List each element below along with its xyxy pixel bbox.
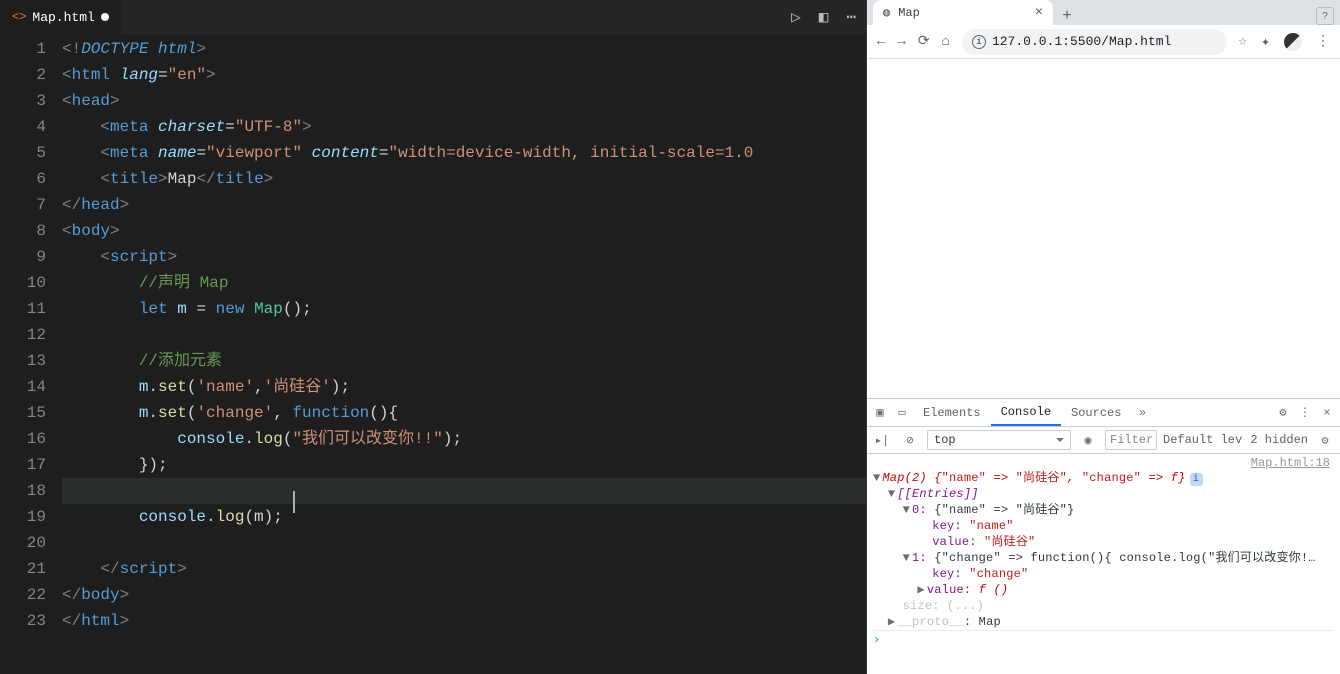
devtools-panel: ▣ ▭ Elements Console Sources » ⚙ ⋮ × ▸| … xyxy=(867,398,1340,674)
browser-tabstrip: ◍ Map × + ? xyxy=(867,0,1340,25)
page-content xyxy=(867,59,1340,398)
browser-tab-map[interactable]: ◍ Map × xyxy=(873,0,1053,25)
close-tab-icon[interactable]: × xyxy=(1035,5,1043,21)
html-file-icon: <> xyxy=(12,10,26,24)
new-tab-button[interactable]: + xyxy=(1053,7,1081,25)
tab-sources[interactable]: Sources xyxy=(1061,399,1131,426)
browser-viewport: ▣ ▭ Elements Console Sources » ⚙ ⋮ × ▸| … xyxy=(867,59,1340,674)
devtools-tabbar: ▣ ▭ Elements Console Sources » ⚙ ⋮ × xyxy=(867,399,1340,427)
back-icon[interactable]: ← xyxy=(877,34,885,50)
line-gutter: 123 456 789 101112 131415 161718 192021 … xyxy=(0,36,62,674)
context-selector[interactable]: top xyxy=(927,430,1071,450)
more-icon[interactable]: ⋯ xyxy=(846,7,856,27)
browser-tab-title: Map xyxy=(898,6,920,20)
console-output[interactable]: Map.html:18 ▼Map(2) {"name" => "尚硅谷", "c… xyxy=(867,454,1340,674)
hidden-messages[interactable]: 2 hidden xyxy=(1250,433,1308,447)
dirty-indicator-icon xyxy=(101,13,109,21)
editor-actions: ▷ ◧ ⋯ xyxy=(791,7,856,27)
text-cursor xyxy=(293,491,295,513)
device-toggle-icon[interactable]: ▭ xyxy=(891,405,913,420)
settings-icon[interactable]: ⚙ xyxy=(1272,405,1294,420)
clear-console-icon[interactable]: ⊘ xyxy=(899,433,921,448)
source-link[interactable]: Map.html:18 xyxy=(873,456,1334,470)
split-editor-icon[interactable]: ◧ xyxy=(819,7,829,27)
help-icon[interactable]: ? xyxy=(1316,7,1334,25)
info-badge-icon[interactable]: i xyxy=(1190,473,1203,486)
browser-menu-icon[interactable]: ⋮ xyxy=(1316,33,1330,50)
live-expression-icon[interactable]: ◉ xyxy=(1077,433,1099,448)
browser-toolbar: ← → ⟳ ⌂ i 127.0.0.1:5500/Map.html ☆ ✦ ⋮ xyxy=(867,25,1340,59)
code-content[interactable]: <!DOCTYPE html> <html lang="en"> <head> … xyxy=(62,36,866,674)
devtools-menu-icon[interactable]: ⋮ xyxy=(1294,405,1316,420)
home-icon[interactable]: ⌂ xyxy=(942,34,950,50)
extensions-icon[interactable]: ✦ xyxy=(1261,32,1270,51)
browser-window: ◍ Map × + ? ← → ⟳ ⌂ i 127.0.0.1:5500/Map… xyxy=(866,0,1340,674)
bookmark-icon[interactable]: ☆ xyxy=(1239,33,1247,50)
close-devtools-icon[interactable]: × xyxy=(1316,406,1338,420)
more-tabs-icon[interactable]: » xyxy=(1131,406,1153,420)
address-bar[interactable]: i 127.0.0.1:5500/Map.html xyxy=(962,29,1227,55)
url-text: 127.0.0.1:5500/Map.html xyxy=(992,34,1171,49)
code-editor: <> Map.html ▷ ◧ ⋯ 123 456 789 101112 131… xyxy=(0,0,866,674)
console-toolbar: ▸| ⊘ top ◉ Filter Default lev 2 hidden ⚙ xyxy=(867,427,1340,454)
console-settings-icon[interactable]: ⚙ xyxy=(1314,433,1336,448)
site-info-icon[interactable]: i xyxy=(972,35,986,49)
tab-elements[interactable]: Elements xyxy=(913,399,991,426)
editor-tabbar: <> Map.html ▷ ◧ ⋯ xyxy=(0,0,866,34)
forward-icon[interactable]: → xyxy=(897,34,905,50)
tab-console[interactable]: Console xyxy=(991,399,1061,426)
console-row: ▼Map(2) {"name" => "尚硅谷", "change" => f}… xyxy=(873,470,1334,486)
profile-avatar[interactable] xyxy=(1284,33,1302,51)
console-filter[interactable]: Filter xyxy=(1105,430,1157,450)
console-sidebar-icon[interactable]: ▸| xyxy=(871,433,893,448)
tab-filename: Map.html xyxy=(32,10,94,25)
code-area[interactable]: 123 456 789 101112 131415 161718 192021 … xyxy=(0,34,866,674)
run-icon[interactable]: ▷ xyxy=(791,7,801,27)
reload-icon[interactable]: ⟳ xyxy=(918,33,930,50)
log-levels[interactable]: Default lev xyxy=(1163,433,1242,447)
inspect-icon[interactable]: ▣ xyxy=(869,405,891,420)
console-prompt[interactable]: › xyxy=(873,630,1334,647)
globe-icon: ◍ xyxy=(883,5,890,20)
editor-tab-map[interactable]: <> Map.html xyxy=(0,0,121,34)
